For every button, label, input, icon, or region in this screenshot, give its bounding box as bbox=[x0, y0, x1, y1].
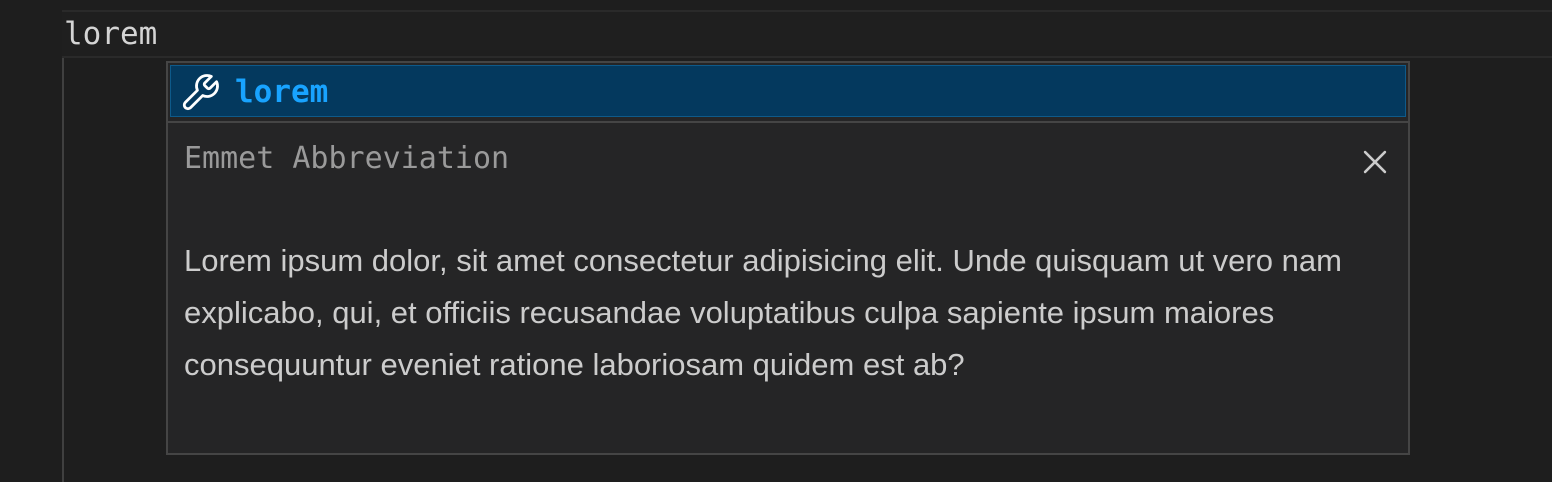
suggestion-item[interactable]: lorem bbox=[170, 65, 1406, 117]
suggestion-details-panel: Emmet Abbreviation Lorem ipsum dolor, si… bbox=[166, 121, 1410, 455]
suggest-widget: lorem bbox=[166, 61, 1410, 123]
code-editor[interactable]: lorem lorem Emmet Abbreviation Lorem ips… bbox=[0, 0, 1552, 482]
suggestion-label: lorem bbox=[235, 74, 329, 110]
close-icon[interactable] bbox=[1358, 145, 1392, 179]
indent-guide bbox=[62, 58, 64, 482]
code-line-text[interactable]: lorem bbox=[64, 12, 157, 56]
wrench-icon bbox=[182, 74, 219, 111]
editor-top-strip bbox=[0, 0, 1552, 10]
details-title: Emmet Abbreviation bbox=[184, 141, 510, 176]
details-documentation: Lorem ipsum dolor, sit amet consectetur … bbox=[184, 243, 1342, 382]
current-line-highlight bbox=[62, 10, 1552, 58]
